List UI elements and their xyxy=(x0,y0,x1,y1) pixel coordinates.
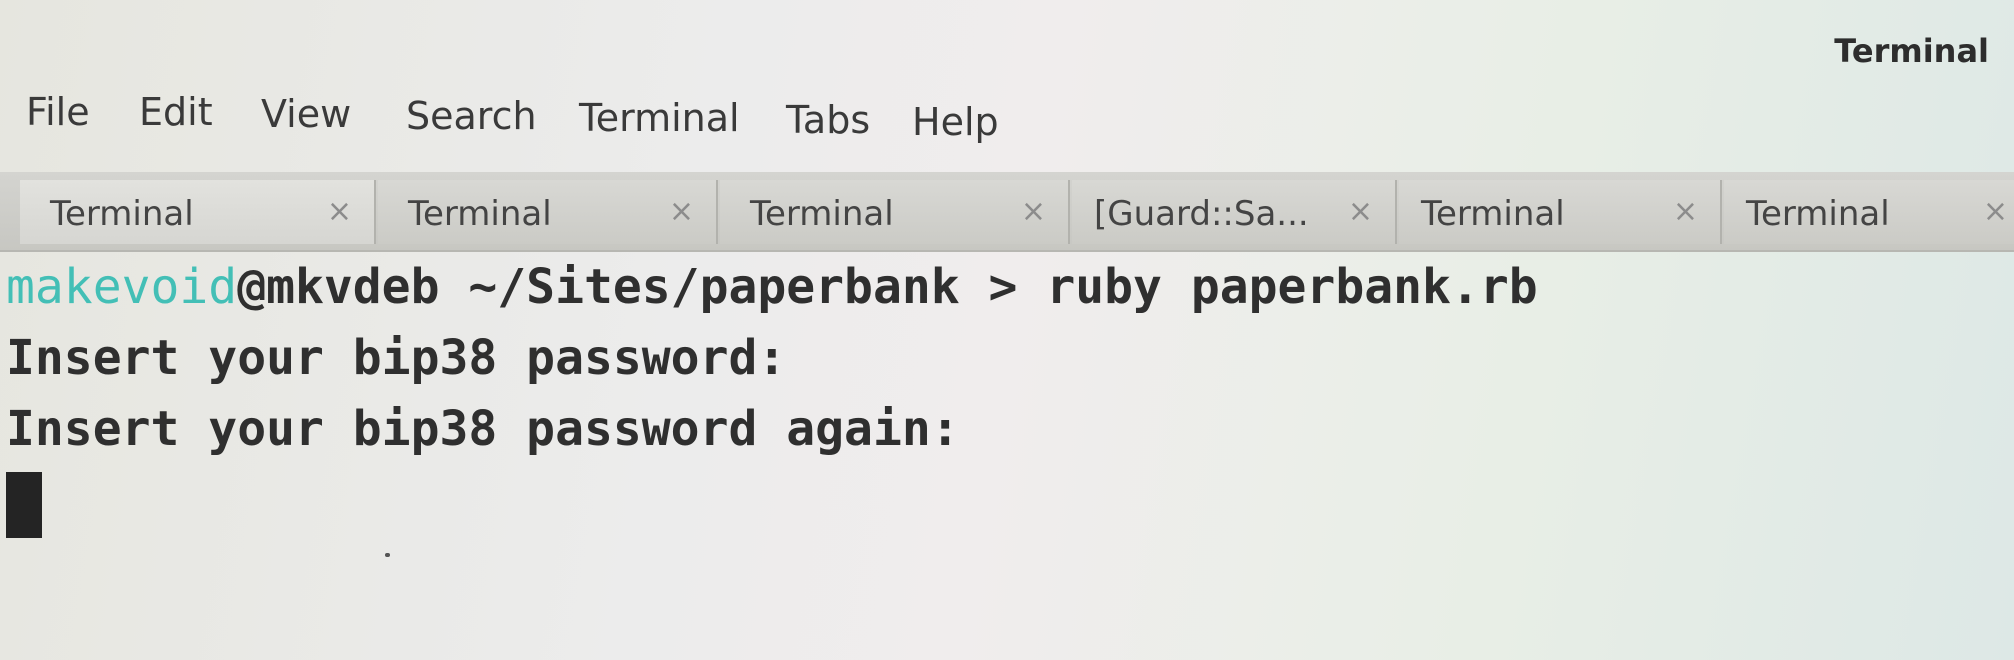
text-cursor xyxy=(6,472,42,538)
tab-terminal-3[interactable]: Terminal × xyxy=(720,180,1070,244)
close-icon[interactable]: × xyxy=(1983,194,2008,229)
terminal-output[interactable]: makevoid@mkvdeb ~/Sites/paperbank > ruby… xyxy=(0,252,2014,660)
tab-label: Terminal xyxy=(50,194,194,234)
tab-label: Terminal xyxy=(1746,194,1890,234)
title-bar: Terminal xyxy=(0,0,2014,80)
close-icon[interactable]: × xyxy=(327,194,352,229)
screen-speck xyxy=(385,553,390,557)
tab-bar: Terminal × Terminal × Terminal × [Guard:… xyxy=(0,172,2014,252)
menu-tabs[interactable]: Tabs xyxy=(780,94,876,146)
window-title: Terminal xyxy=(1834,32,1989,70)
tab-terminal-1[interactable]: Terminal × xyxy=(20,180,376,244)
prompt-user: makevoid xyxy=(6,259,238,315)
output-line: Insert your bip38 password again: xyxy=(6,401,960,457)
tab-label: Terminal xyxy=(408,194,552,234)
output-line: Insert your bip38 password: xyxy=(6,330,787,386)
tab-label: [Guard::Sa... xyxy=(1094,194,1309,234)
tab-terminal-2[interactable]: Terminal × xyxy=(378,180,718,244)
prompt-command: @mkvdeb ~/Sites/paperbank > ruby paperba… xyxy=(237,259,1538,315)
menu-edit[interactable]: Edit xyxy=(133,86,219,138)
close-icon[interactable]: × xyxy=(1348,194,1373,229)
tab-label: Terminal xyxy=(1421,194,1565,234)
menu-help[interactable]: Help xyxy=(906,96,1005,148)
menu-bar: File Edit View Search Terminal Tabs Help xyxy=(0,84,2014,154)
tab-terminal-4[interactable]: Terminal × xyxy=(1399,180,1722,244)
menu-search[interactable]: Search xyxy=(400,90,543,142)
menu-file[interactable]: File xyxy=(20,86,96,138)
close-icon[interactable]: × xyxy=(1021,194,1046,229)
cursor-line xyxy=(6,465,2014,538)
tab-label: Terminal xyxy=(750,194,894,234)
tab-guard[interactable]: [Guard::Sa... × xyxy=(1072,180,1397,244)
command-line: makevoid@mkvdeb ~/Sites/paperbank > ruby… xyxy=(6,252,2014,323)
close-icon[interactable]: × xyxy=(669,194,694,229)
close-icon[interactable]: × xyxy=(1673,194,1698,229)
menu-terminal[interactable]: Terminal xyxy=(573,92,746,144)
menu-view[interactable]: View xyxy=(255,88,357,140)
tab-terminal-5[interactable]: Terminal × xyxy=(1724,180,2014,244)
